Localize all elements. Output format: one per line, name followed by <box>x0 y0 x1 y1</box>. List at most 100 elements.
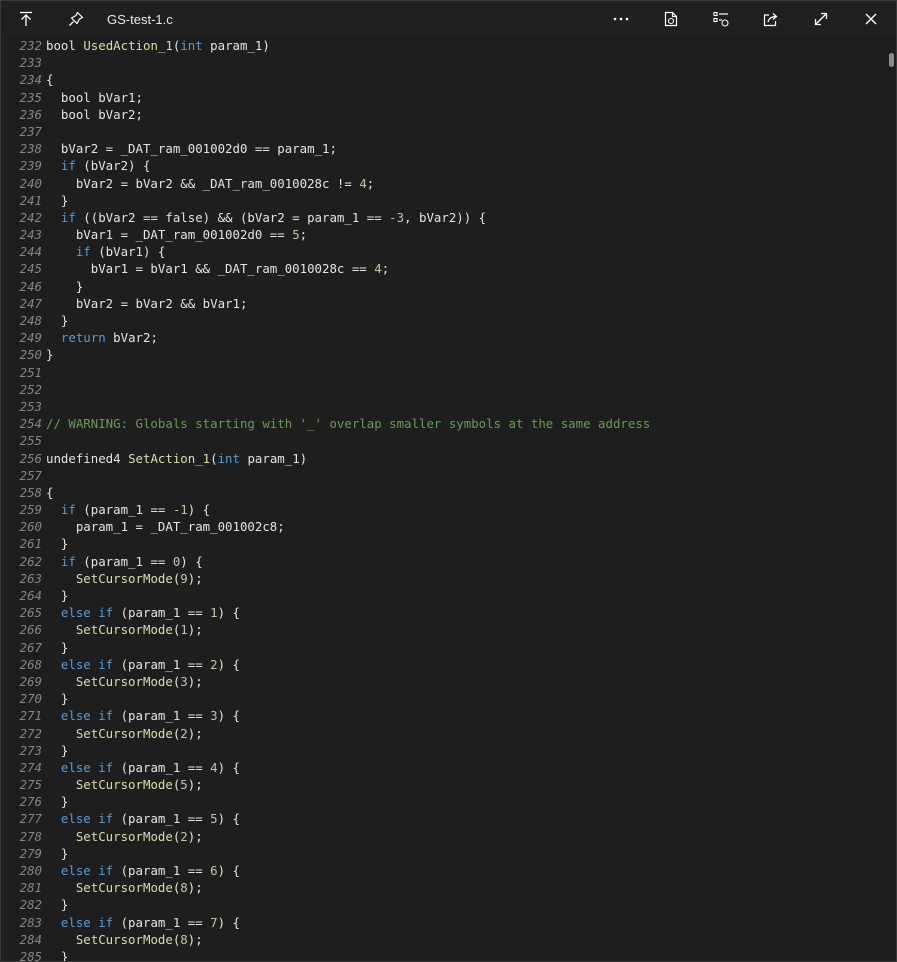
code-token: bool bVar1; <box>46 89 143 105</box>
code-viewer-window: GS-test-1.c 232 bool UsedAction_1(int par… <box>0 0 897 962</box>
code-line: 247 bVar2 = bVar2 && bVar1; <box>1 295 886 312</box>
code-text: else if (param_1 == 3) { <box>42 707 240 724</box>
code-token: bVar1 = _DAT_ram_001002d0 == <box>46 227 293 243</box>
code-text: SetCursorMode(8); <box>42 879 203 896</box>
code-token: 1 <box>210 605 218 621</box>
code-text: bVar2 = bVar2 && bVar1; <box>42 295 248 312</box>
code-token: SetCursorMode <box>75 828 173 844</box>
code-line: 257 <box>1 467 886 484</box>
code-text: } <box>42 948 68 961</box>
code-line: 251 <box>1 364 886 381</box>
line-number: 238 <box>19 141 42 157</box>
code-line: 263 SetCursorMode(9); <box>1 570 886 587</box>
line-number: 240 <box>19 175 42 191</box>
code-text: SetCursorMode(2); <box>42 828 203 845</box>
line-number: 285 <box>19 948 42 961</box>
code-line: 249 return bVar2; <box>1 329 886 346</box>
code-text: } <box>42 312 68 329</box>
code-text: param_1 = _DAT_ram_001002c8; <box>42 518 285 535</box>
code-token: (param_1 == <box>113 605 211 621</box>
code-token: ); <box>187 673 203 689</box>
code-text: return bVar2; <box>42 329 158 346</box>
vertical-scrollbar[interactable] <box>886 37 896 961</box>
code-token: } <box>46 347 54 363</box>
code-token: ) { <box>217 759 240 775</box>
code-text: } <box>42 346 53 363</box>
more-icon[interactable] <box>596 1 646 37</box>
code-token: (param_1 == <box>113 863 211 878</box>
code-text: } <box>42 535 68 552</box>
code-line: 237 <box>1 123 886 140</box>
code-token: bVar2; <box>105 330 158 346</box>
code-token: (param_1 == <box>113 708 211 724</box>
code-token: ) { <box>180 553 203 569</box>
code-token: (param_1 == <box>75 502 173 518</box>
code-line: 285 } <box>1 948 886 961</box>
code-text: { <box>42 71 53 88</box>
code-text: // WARNING: Globals starting with '_' ov… <box>42 415 650 432</box>
line-number: 234 <box>19 72 42 88</box>
line-number: 253 <box>19 398 42 414</box>
code-token: ( <box>210 450 218 466</box>
code-text: { <box>42 484 53 501</box>
code-token: 5 <box>180 777 188 793</box>
code-line: 258{ <box>1 484 886 501</box>
line-number: 235 <box>19 89 42 105</box>
line-number: 271 <box>19 708 42 724</box>
code-line: 269 SetCursorMode(3); <box>1 673 886 690</box>
code-token: ); <box>187 777 203 793</box>
close-icon[interactable] <box>846 1 896 37</box>
code-text: if (param_1 == 0) { <box>42 553 203 570</box>
scrollbar-thumb[interactable] <box>889 53 894 67</box>
code-token: (param_1 == <box>113 759 211 775</box>
code-token: SetCursorMode <box>75 725 173 741</box>
code-token: ) { <box>217 708 240 724</box>
code-text: } <box>42 278 83 295</box>
code-line: 281 SetCursorMode(8); <box>1 879 886 896</box>
code-token: 6 <box>210 863 218 878</box>
open-file-icon[interactable] <box>646 1 696 37</box>
code-token: ); <box>187 880 203 896</box>
code-token: , bVar2)) { <box>404 209 487 225</box>
line-number: 254 <box>19 416 42 432</box>
code-line: 243 bVar1 = _DAT_ram_001002d0 == 5; <box>1 226 886 243</box>
code-line: 236 bool bVar2; <box>1 106 886 123</box>
line-number: 270 <box>19 691 42 707</box>
code-token: bVar2 = bVar2 && bVar1; <box>46 295 248 311</box>
code-text: bVar1 = bVar1 && _DAT_ram_0010028c == 4; <box>42 260 389 277</box>
share-icon[interactable] <box>746 1 796 37</box>
code-token: ; <box>299 227 308 243</box>
expand-icon[interactable] <box>796 1 846 37</box>
line-number: 243 <box>19 227 42 243</box>
line-number: 274 <box>19 759 42 775</box>
code-token: ); <box>187 622 203 638</box>
code-token: ); <box>187 828 203 844</box>
code-editor[interactable]: 232 bool UsedAction_1(int param_1) 233 234{… <box>1 37 886 961</box>
code-text: } <box>42 742 68 759</box>
code-text: bool UsedAction_1(int param_1) <box>42 37 270 54</box>
code-line: 259 if (param_1 == -1) { <box>1 501 886 518</box>
code-token: if <box>60 209 76 225</box>
code-text: } <box>42 690 68 707</box>
code-line: 253 <box>1 398 886 415</box>
compare-icon[interactable] <box>696 1 746 37</box>
pin-icon[interactable] <box>51 1 101 37</box>
code-token: param_1) <box>202 38 270 53</box>
code-token: 4 <box>374 261 382 277</box>
go-to-top-icon[interactable] <box>1 1 51 37</box>
code-token: bool bVar2; <box>46 106 143 122</box>
line-number: 282 <box>19 897 42 913</box>
code-token: } <box>46 845 69 861</box>
code-text: bVar1 = _DAT_ram_001002d0 == 5; <box>42 226 307 243</box>
code-line: 239 if (bVar2) { <box>1 157 886 174</box>
line-number: 278 <box>19 828 42 844</box>
line-number: 284 <box>19 931 42 947</box>
code-token: ) { <box>217 656 240 672</box>
line-number: 249 <box>19 330 42 346</box>
